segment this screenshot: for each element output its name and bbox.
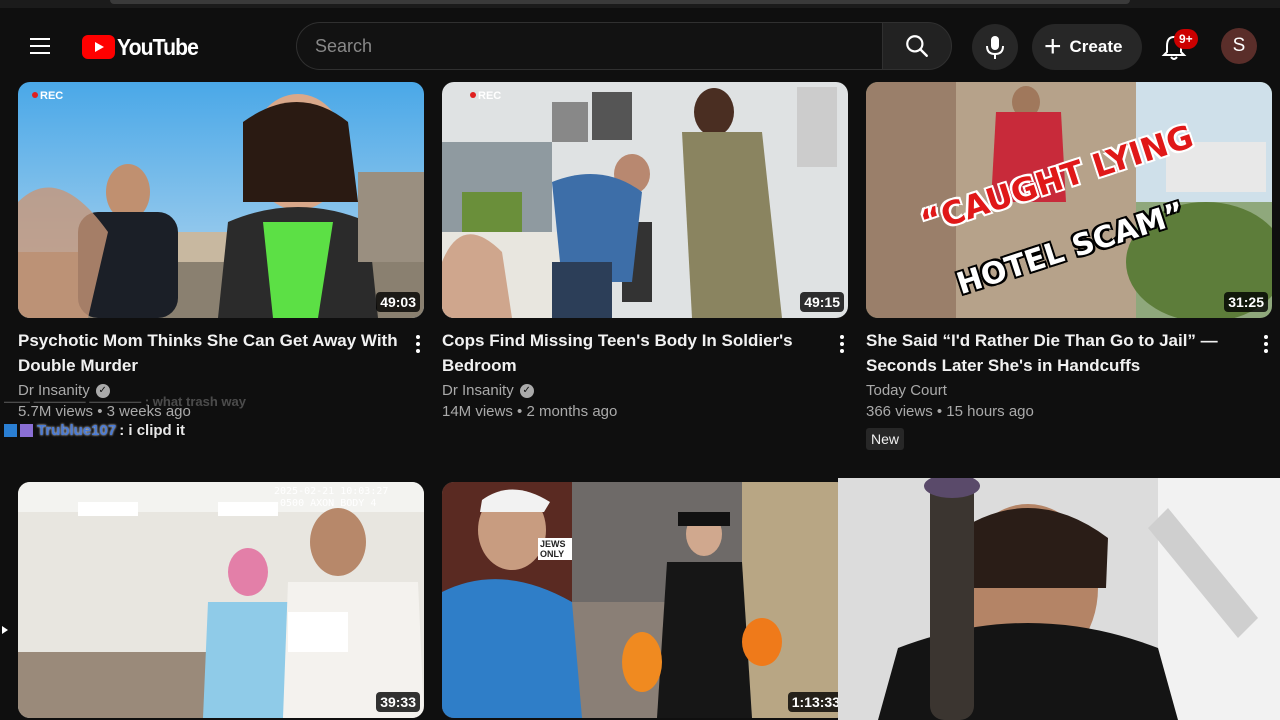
video-thumbnail[interactable]: “CAUGHT LYING HOTEL SCAM” 31:25 [866, 82, 1272, 318]
thumbnail-image [18, 82, 424, 318]
rec-indicator: REC [40, 90, 64, 102]
kebab-dot-icon [416, 335, 420, 339]
video-duration: 31:25 [1224, 292, 1268, 312]
video-thumbnail[interactable]: REC 49:03 [18, 82, 424, 318]
kebab-dot-icon [416, 342, 420, 346]
rec-dot-icon [32, 92, 38, 98]
thumbnail-image [442, 82, 848, 318]
webcam-overlay [838, 478, 1280, 720]
thumbnail-image [18, 482, 424, 718]
video-stats: 14M views • 2 months ago [442, 403, 618, 420]
view-count: 14M views [442, 403, 513, 420]
video-duration: 1:13:33 [787, 692, 844, 712]
channel-label: Today Court [866, 382, 947, 399]
chat-text: : i clipd it [119, 422, 186, 439]
plus-icon: + [1044, 30, 1062, 63]
thumbnail-image [866, 82, 1272, 318]
video-card: “CAUGHT LYING HOTEL SCAM” 31:25 She Said… [866, 82, 1272, 462]
video-duration: 39:33 [376, 692, 420, 712]
video-duration: 49:03 [376, 292, 420, 312]
kebab-dot-icon [840, 349, 844, 353]
menu-icon-line [30, 52, 50, 54]
microphone-icon [986, 36, 1004, 59]
bodycam-timestamp: 2025-02-21 10:03:27 -0500 AXON BODY 4 [274, 486, 389, 509]
channel-name[interactable]: Today Court [866, 382, 1246, 399]
kebab-dot-icon [840, 342, 844, 346]
account-avatar[interactable]: S [1221, 28, 1257, 64]
video-thumbnail[interactable]: REC 49:15 [442, 82, 848, 318]
menu-icon-line [30, 45, 50, 47]
kebab-dot-icon [416, 349, 420, 353]
kebab-dot-icon [1264, 335, 1268, 339]
chat-badge-icon [4, 424, 17, 437]
channel-label: Dr Insanity [442, 382, 514, 399]
expand-arrow-icon[interactable] [2, 626, 8, 634]
youtube-logo[interactable]: YouTube [82, 34, 205, 60]
view-count: 366 views [866, 403, 933, 420]
video-title[interactable]: Cops Find Missing Teen's Body In Soldier… [442, 328, 822, 378]
search-icon [906, 35, 928, 57]
webcam-feed [838, 478, 1280, 720]
notification-count-badge: 9+ [1174, 29, 1198, 49]
new-badge: New [866, 428, 905, 450]
video-card: 2025-02-21 10:03:27 -0500 AXON BODY 4 39… [18, 482, 424, 720]
channel-name[interactable]: Dr Insanity ✓ [442, 382, 822, 399]
video-thumbnail[interactable]: 2025-02-21 10:03:27 -0500 AXON BODY 4 39… [18, 482, 424, 718]
kebab-dot-icon [1264, 349, 1268, 353]
menu-button[interactable] [22, 28, 58, 64]
thumbnail-sign: JEWS ONLY [538, 538, 572, 560]
masthead: YouTube + Create 9+ S [0, 8, 1280, 82]
thumbnail-image [442, 482, 848, 718]
chat-username: Trublue107 [37, 422, 117, 439]
chat-message: Trublue107 : i clipd it [4, 422, 185, 439]
video-meta: She Said “I'd Rather Die Than Go to Jail… [866, 328, 1246, 450]
menu-icon-line [30, 38, 50, 40]
logo-text: YouTube [117, 33, 199, 60]
browser-address-bar-edge [110, 0, 1130, 4]
browser-top-strip [0, 0, 1280, 8]
upload-age: 2 months ago [526, 403, 618, 420]
video-title[interactable]: Psychotic Mom Thinks She Can Get Away Wi… [18, 328, 398, 378]
voice-search-button[interactable] [972, 24, 1018, 70]
kebab-dot-icon [840, 335, 844, 339]
video-stats: 366 views • 15 hours ago [866, 403, 1034, 420]
video-duration: 49:15 [800, 292, 844, 312]
video-thumbnail[interactable]: JEWS ONLY 1:13:33 [442, 482, 848, 718]
video-meta: Cops Find Missing Teen's Body In Soldier… [442, 328, 822, 420]
more-actions-button[interactable] [408, 332, 428, 356]
create-label: Create [1069, 37, 1123, 56]
video-card: REC 49:15 Cops Find Missing Teen's Body … [442, 82, 848, 462]
search-box [296, 22, 954, 72]
more-actions-button[interactable] [1256, 332, 1276, 356]
verified-check-icon: ✓ [519, 383, 534, 398]
youtube-play-icon [82, 35, 115, 59]
chat-subscriber-icon [20, 424, 33, 437]
more-actions-button[interactable] [832, 332, 852, 356]
video-card: JEWS ONLY 1:13:33 [442, 482, 848, 720]
rec-indicator: REC [478, 90, 502, 102]
rec-dot-icon [470, 92, 476, 98]
chat-message-faded: —— ———— ———— : what trash way [4, 394, 246, 409]
create-button[interactable]: + Create [1032, 24, 1142, 70]
search-button[interactable] [882, 22, 952, 70]
video-title[interactable]: She Said “I'd Rather Die Than Go to Jail… [866, 328, 1246, 378]
search-input[interactable] [296, 22, 882, 70]
kebab-dot-icon [1264, 342, 1268, 346]
upload-age: 15 hours ago [946, 403, 1034, 420]
